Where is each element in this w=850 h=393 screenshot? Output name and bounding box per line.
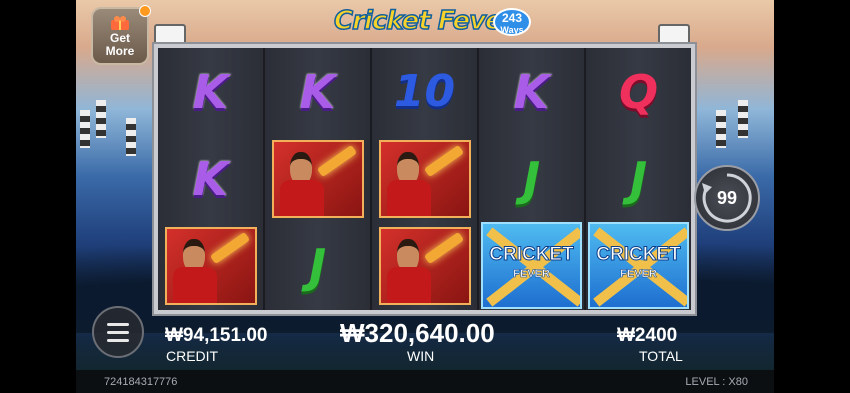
cricket-player-symbol [271,139,364,218]
ways-number: 243 [501,11,523,25]
ways-label: Ways [500,25,524,35]
reel-cell: 10 [372,48,477,135]
footer-bar: 724184317776 LEVEL : X80 [76,370,774,393]
cricket-player-symbol [378,139,471,218]
session-id: 724184317776 [104,376,178,388]
cricket-fever-wild-symbol: CRICKET FEVER [481,222,582,309]
reel-4: K J CRICKET FEVER [479,48,586,310]
gift-icon [111,16,129,30]
menu-button[interactable] [92,306,144,358]
game-logo: Cricket Fever 243 Ways [330,2,531,40]
hamburger-icon [107,322,129,326]
reel-cell: J [265,222,370,309]
reel-cell [265,135,370,222]
reel-1: K K [158,48,265,310]
reel-cell: CRICKET FEVER [586,222,691,309]
win-label: WIN [407,348,435,364]
symbol-j: J [629,151,648,206]
credit-value: ₩94,151.00 [165,325,268,346]
reel-cell: K [158,48,263,135]
symbol-k: K [192,64,229,119]
reel-cell: J [479,135,584,222]
ways-badge: 243 Ways [493,8,531,36]
credit-label: CREDIT [166,348,219,364]
total-bet-value[interactable]: ₩2400 [617,325,677,347]
flag-icon [80,110,90,148]
reel-cell [372,135,477,222]
reel-cell: K [265,48,370,135]
reel-2: K J [265,48,372,310]
symbol-10: 10 [393,66,456,117]
reel-cell: K [479,48,584,135]
logo-title: Cricket Fever [333,5,515,37]
level-indicator: LEVEL : X80 [685,376,748,388]
flag-icon [96,100,106,138]
wild-subtext: FEVER [513,268,550,281]
total-label: TOTAL [639,348,683,364]
reel-3: 10 [372,48,479,310]
wild-text: CRICKET [596,244,681,266]
reel-cell: K [158,135,263,222]
reel-cell: CRICKET FEVER [479,222,584,309]
symbol-k: K [299,64,336,119]
reel-5: Q J CRICKET FEVER [586,48,691,310]
auto-spin-button[interactable]: 99 [694,165,760,231]
symbol-j: J [308,238,327,293]
cricket-player-symbol [164,226,257,305]
wild-text: CRICKET [489,244,574,266]
reel-cell [158,222,263,309]
symbol-j: J [522,151,541,206]
get-more-label: More [105,44,135,58]
get-more-button[interactable]: Get More [91,5,151,65]
reel-cell: J [586,135,691,222]
symbol-k: K [513,64,550,119]
win-value: ₩320,640.00 [340,318,495,348]
flag-icon [716,110,726,148]
symbol-q: Q [618,64,659,119]
symbol-k: K [192,151,229,206]
cricket-player-symbol [378,226,471,305]
reel-cell [372,222,477,309]
flag-icon [126,118,136,156]
wild-subtext: FEVER [620,268,657,281]
reel-grid: K K K J 10 K J CRICKET FEVER Q J CRICKET… [154,44,695,314]
reel-cell: Q [586,48,691,135]
notification-dot [139,5,151,17]
auto-spin-count: 99 [716,187,738,208]
flag-icon [738,100,748,138]
cricket-fever-wild-symbol: CRICKET FEVER [588,222,689,309]
